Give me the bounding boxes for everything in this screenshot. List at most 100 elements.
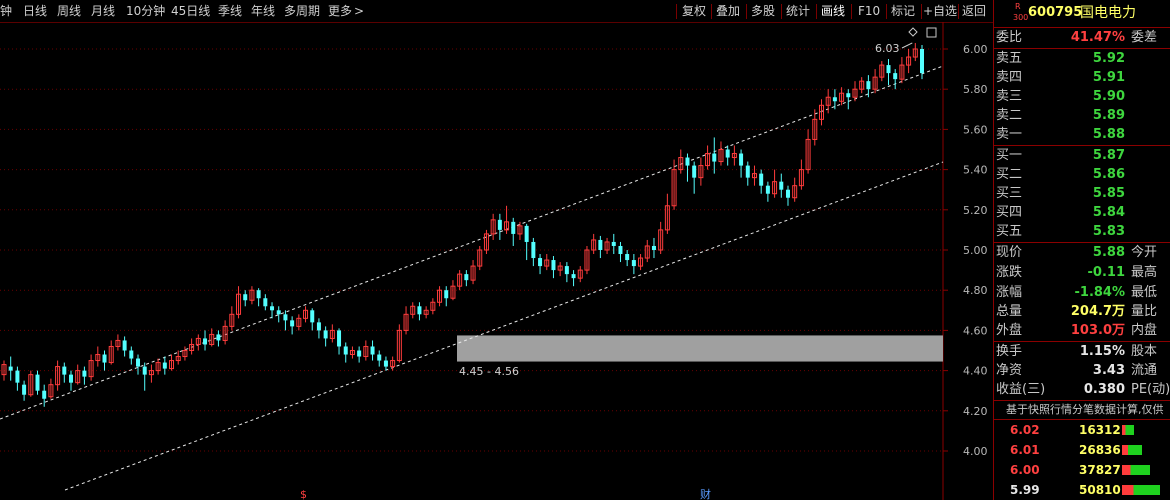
- fund-label: 净资: [996, 363, 1023, 378]
- stock-header: R 300 600795 国电电力: [994, 0, 1170, 26]
- fund-value: 1.15%: [1079, 344, 1125, 359]
- ask-row[interactable]: 卖四 5.91: [994, 68, 1170, 87]
- candle-body: [276, 310, 281, 315]
- f10-button[interactable]: F10: [858, 3, 880, 19]
- restore-rights-button[interactable]: 复权: [682, 3, 706, 19]
- back-button[interactable]: 返回: [962, 3, 986, 19]
- overlay-button[interactable]: 叠加: [716, 3, 740, 19]
- bid-row[interactable]: 买四 5.84: [994, 203, 1170, 222]
- quote-label: 现价: [996, 245, 1023, 260]
- tab-daily[interactable]: 日线: [23, 3, 47, 19]
- ask-price: 5.88: [1092, 127, 1125, 142]
- notice-text: 基于快照行情分笔数据计算,仅供: [1006, 403, 1164, 416]
- price-tick-label: 5.40: [963, 164, 988, 177]
- add-watchlist-button[interactable]: +自选: [923, 3, 957, 19]
- multi-stock-button[interactable]: 多股: [751, 3, 775, 19]
- price-tick-label: 5.60: [963, 123, 988, 136]
- tab-weekly[interactable]: 周线: [57, 3, 81, 19]
- quote-row: 外盘 103.0万 内盘: [994, 321, 1170, 340]
- candle-body: [122, 340, 127, 351]
- tab-minute[interactable]: 钟: [0, 3, 12, 19]
- fund-right-label: 股本: [1131, 344, 1158, 359]
- quote-right-label: 最低: [1131, 285, 1158, 300]
- ask-price: 5.92: [1092, 51, 1125, 66]
- quote-right-label: 内盘: [1131, 323, 1158, 338]
- tick-volume-bar: [1122, 465, 1150, 475]
- price-tick-label: 6.00: [963, 43, 988, 56]
- bid-row[interactable]: 买三 5.85: [994, 184, 1170, 203]
- tab-10-minute[interactable]: 10分钟: [126, 3, 165, 19]
- candle-body: [283, 314, 288, 321]
- tab-multi-period[interactable]: 多周期: [284, 3, 320, 19]
- quote-row: 现价 5.88 今开: [994, 243, 1170, 262]
- quote-right-label: 今开: [1131, 245, 1158, 260]
- candle-body: [920, 49, 924, 74]
- quote-value: 204.7万: [1070, 304, 1125, 319]
- candle-body: [69, 374, 74, 383]
- ask-row[interactable]: 卖三 5.90: [994, 87, 1170, 106]
- tick-volume: 37827: [1079, 463, 1121, 477]
- candle-body: [263, 298, 268, 307]
- candle-body: [832, 97, 837, 102]
- tab-yearly[interactable]: 年线: [251, 3, 275, 19]
- bid-row[interactable]: 买五 5.83: [994, 222, 1170, 241]
- candle-body: [745, 165, 750, 178]
- candle-body: [316, 322, 321, 331]
- bid-row[interactable]: 买一 5.87: [994, 146, 1170, 165]
- draw-line-button[interactable]: 画线: [821, 3, 845, 19]
- candle-body: [625, 254, 630, 261]
- tab-45-day[interactable]: 45日线: [171, 3, 210, 19]
- tab-monthly[interactable]: 月线: [91, 3, 115, 19]
- tick-row: 6.00 37827: [994, 460, 1170, 480]
- bid-label: 买一: [996, 148, 1023, 163]
- mark-button[interactable]: 标记: [891, 3, 915, 19]
- candle-body: [129, 350, 134, 359]
- bid-row[interactable]: 买二 5.86: [994, 165, 1170, 184]
- weibi-value: 41.47%: [1070, 30, 1125, 45]
- ask-row[interactable]: 卖一 5.88: [994, 125, 1170, 144]
- candle-body: [651, 245, 656, 250]
- candle-body: [551, 260, 556, 271]
- ask-row[interactable]: 卖五 5.92: [994, 49, 1170, 68]
- fund-value: 0.380: [1083, 382, 1125, 397]
- tick-volume: 16312: [1079, 423, 1121, 437]
- fund-label: 换手: [996, 344, 1023, 359]
- ask-label: 卖二: [996, 108, 1023, 123]
- quote-label: 总量: [996, 304, 1023, 319]
- event-marker-dividend: $: [300, 488, 307, 500]
- candle-body: [886, 65, 891, 74]
- candle-body: [102, 354, 107, 363]
- quote-panel: R 300 600795 国电电力 委比 41.47% 委差 卖五 5.92 卖…: [993, 0, 1170, 500]
- candle-body: [256, 290, 261, 299]
- chevron-right-icon[interactable]: >: [354, 3, 364, 19]
- candle-body: [511, 221, 516, 234]
- toolbar-divider: [711, 4, 712, 19]
- candle-body: [631, 260, 636, 267]
- candle-body: [243, 294, 248, 301]
- statistics-button[interactable]: 统计: [786, 3, 810, 19]
- ask-label: 卖一: [996, 127, 1023, 142]
- kline-chart[interactable]: 6.00 5.80 5.60 5.40 5.20 5.00 4.80 4.60 4.40 4.20…: [0, 22, 993, 500]
- candle-body: [759, 173, 764, 186]
- candle-body: [712, 153, 717, 162]
- candle-body: [611, 241, 616, 246]
- quote-value: 5.88: [1092, 245, 1125, 260]
- quote-row: 总量 204.7万 量比: [994, 302, 1170, 321]
- diamond-icon: [908, 27, 918, 37]
- quote-row: 涨幅 -1.84% 最低: [994, 283, 1170, 302]
- tab-quarterly[interactable]: 季线: [218, 3, 242, 19]
- tick-price: 6.02: [1010, 423, 1040, 437]
- toolbar-divider: [851, 4, 852, 19]
- ask-row[interactable]: 卖二 5.89: [994, 106, 1170, 125]
- bid-label: 买二: [996, 167, 1023, 182]
- price-tick-label: 5.20: [963, 204, 988, 217]
- candle-body: [785, 189, 790, 198]
- bid-label: 买三: [996, 186, 1023, 201]
- price-tick-label: 4.40: [963, 365, 988, 378]
- kline-svg[interactable]: 6.00 5.80 5.60 5.40 5.20 5.00 4.80 4.60 4.40 4.20…: [0, 22, 993, 500]
- candle-body: [343, 346, 348, 355]
- tab-more[interactable]: 更多: [328, 3, 352, 19]
- candle-body: [62, 366, 67, 375]
- channel-lower-line: [64, 161, 944, 491]
- candle-body: [444, 290, 449, 299]
